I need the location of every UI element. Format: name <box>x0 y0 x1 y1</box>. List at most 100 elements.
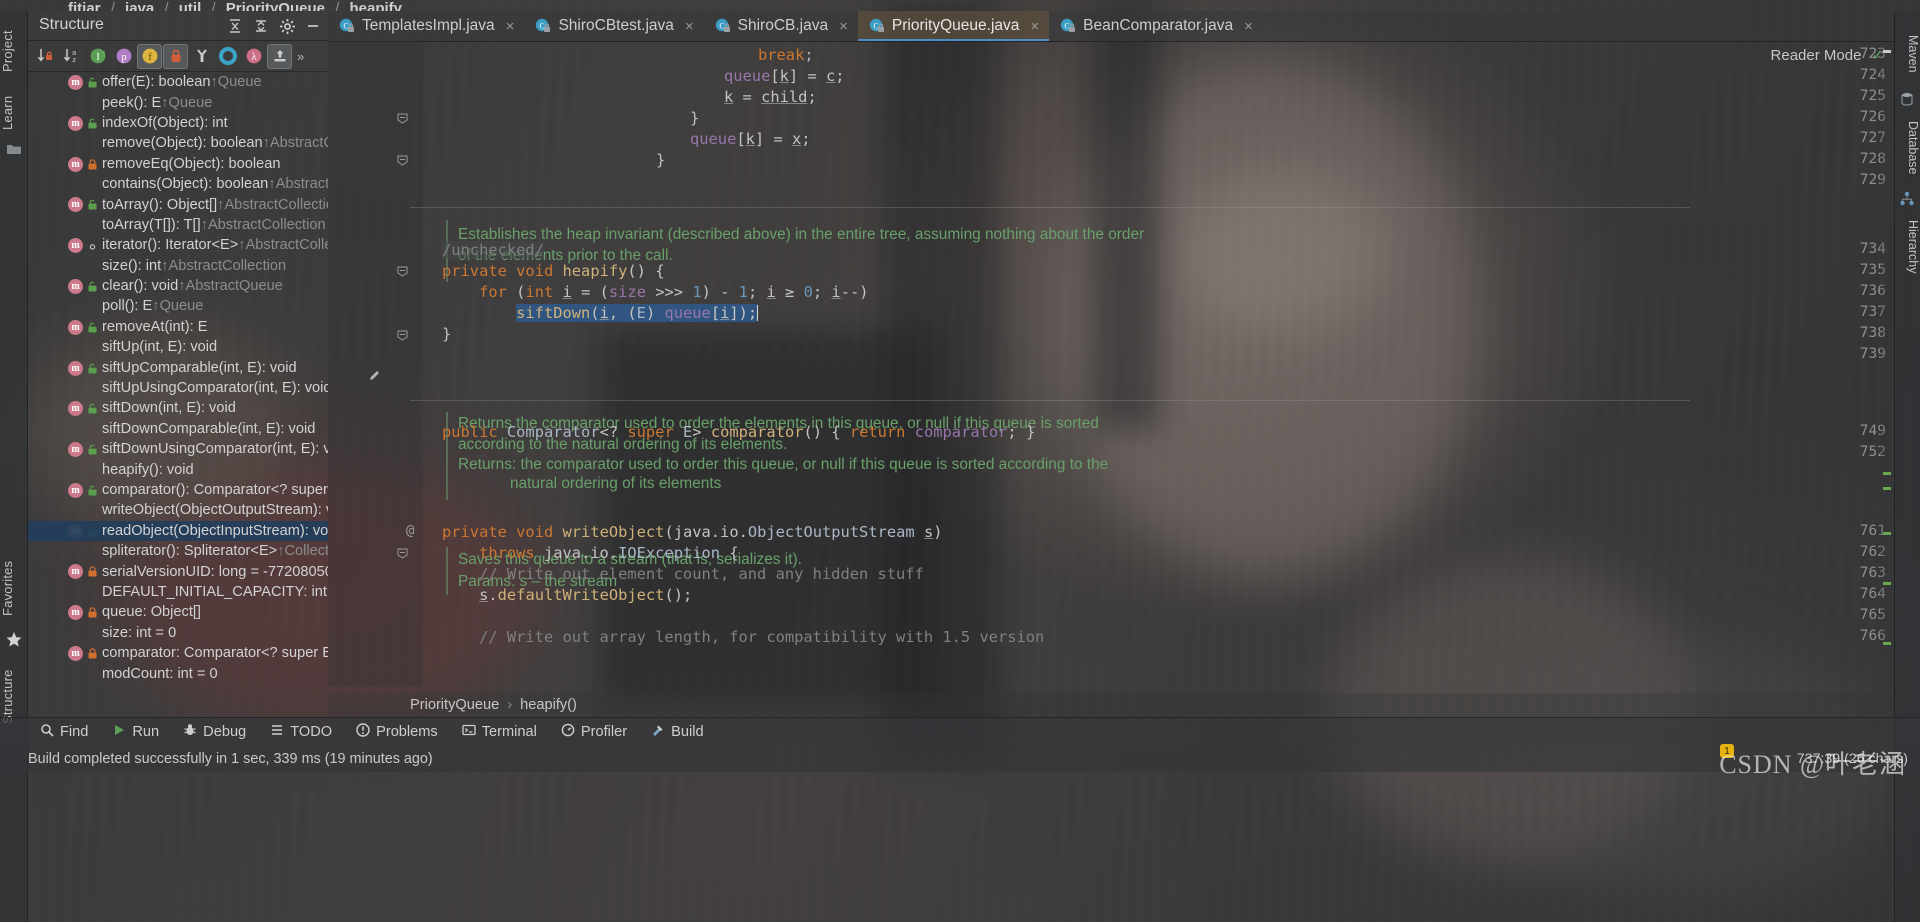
structure-item[interactable]: fserialVersionUID: long = -7720805057 <box>28 561 328 581</box>
expand-all-icon[interactable] <box>224 15 246 37</box>
code-line[interactable]: s.defaultWriteObject(); <box>442 586 692 604</box>
editor-tab[interactable]: C ShiroCBtest.java × <box>524 11 703 41</box>
structure-item[interactable]: msiftUpUsingComparator(int, E): void <box>28 378 328 687</box>
code-line[interactable]: queue[k] = x; <box>690 130 811 148</box>
fold-marker-icon[interactable] <box>396 265 409 278</box>
structure-item[interactable]: msiftDownUsingComparator(int, E): void <box>28 439 328 459</box>
bottom-tool-find[interactable]: Find <box>28 718 100 746</box>
close-icon[interactable]: × <box>506 18 515 35</box>
structure-item[interactable]: mremove(Object): boolean ↑AbstractCo <box>28 133 328 213</box>
fold-marker-icon[interactable] <box>396 112 409 125</box>
code-line[interactable]: // Write out element count, and any hidd… <box>442 565 924 583</box>
structure-item[interactable]: fqueue: Object[] <box>28 602 328 622</box>
tool-tab-maven[interactable]: Maven <box>1894 25 1920 83</box>
minimize-icon[interactable] <box>302 15 324 37</box>
editor-tab[interactable]: C TemplatesImpl.java × <box>328 11 524 41</box>
structure-item[interactable]: msiftDown(int, E): void <box>28 398 328 418</box>
code-line[interactable]: throws java.io.IOException { <box>442 544 739 562</box>
structure-item[interactable]: mheapify(): void <box>28 459 328 479</box>
bottom-tool-run[interactable]: Run <box>100 718 171 746</box>
close-icon[interactable]: × <box>1030 18 1039 35</box>
show-fields-icon[interactable]: f <box>137 43 162 69</box>
code-line[interactable]: } <box>690 109 699 127</box>
bottom-tool-profiler[interactable]: Profiler <box>549 718 639 746</box>
breadcrumb-crumb[interactable]: PriorityQueue <box>226 0 325 11</box>
structure-item[interactable]: fmodCount: int = 0 <box>28 663 328 683</box>
show-non-public-icon[interactable] <box>163 43 188 69</box>
show-lambdas-icon[interactable]: λ <box>241 44 266 69</box>
tool-tab-learn[interactable]: Learn <box>0 89 28 137</box>
editor-tab[interactable]: C ShiroCB.java × <box>704 11 858 41</box>
sort-alphabetically-icon[interactable]: az <box>59 44 84 69</box>
breadcrumb-crumb[interactable]: java <box>125 0 154 11</box>
code-line-selected[interactable]: siftDown(i, (E) queue[i]); <box>442 304 759 322</box>
structure-item[interactable]: m size(): int ↑AbstractCollection <box>28 256 328 458</box>
structure-item[interactable]: fDEFAULT_INITIAL_CAPACITY: int = 11 <box>28 582 328 602</box>
code-line[interactable]: } <box>656 151 665 169</box>
code-line[interactable]: private void heapify() { <box>442 262 664 280</box>
code-line[interactable]: } <box>442 325 451 343</box>
code-line[interactable]: private void writeObject(java.io.ObjectO… <box>442 523 943 541</box>
structure-item[interactable]: mspliterator(): Spliterator<E> ↑Collecti <box>28 541 328 561</box>
editor-tab[interactable]: C BeanComparator.java × <box>1049 11 1263 41</box>
show-properties-icon[interactable]: p <box>111 44 136 69</box>
close-icon[interactable]: × <box>685 18 694 35</box>
editor-marker-bar[interactable] <box>1880 42 1894 687</box>
tool-tab-hierarchy[interactable]: Hierarchy <box>1894 209 1920 285</box>
structure-tree[interactable]: m offer(E): boolean ↑Queue m peek(): E ↑Que… <box>28 72 328 687</box>
structure-item[interactable]: fMAX_ARRAY_SIZE: int = Integer.MAX <box>28 684 328 687</box>
bottom-tool-problems[interactable]: Problems <box>344 718 450 746</box>
close-icon[interactable]: × <box>839 18 848 35</box>
edit-pencil-icon[interactable] <box>368 370 380 382</box>
tool-tab-favorites[interactable]: Favorites <box>0 551 28 625</box>
gear-icon[interactable] <box>276 15 298 37</box>
show-anonymous-icon[interactable] <box>189 44 214 69</box>
breadcrumb-crumb[interactable]: util <box>179 0 202 11</box>
structure-item[interactable]: fsize: int = 0 <box>28 623 328 643</box>
code-line[interactable]: for (int i = (size >>> 1) - 1; i ≥ 0; i-… <box>442 283 868 301</box>
fold-marker-icon[interactable] <box>396 329 409 342</box>
structure-item-selected[interactable]: mreadObject(ObjectInputStream): void <box>28 520 328 541</box>
breadcrumb-class[interactable]: PriorityQueue <box>410 697 499 713</box>
structure-item[interactable]: m siftUpComparable(int, E): void <box>28 357 328 662</box>
breadcrumb-crumb[interactable]: heapify <box>349 0 402 11</box>
fold-marker-icon[interactable] <box>396 547 409 560</box>
code-line[interactable]: // Write out array length, for compatibi… <box>442 628 1044 646</box>
structure-item[interactable]: mcomparator(): Comparator<? super E> <box>28 480 328 500</box>
tool-tab-project[interactable]: Project <box>0 19 28 83</box>
collapse-all-icon[interactable] <box>250 15 272 37</box>
close-icon[interactable]: × <box>1244 18 1253 35</box>
structure-item[interactable]: m removeEq(Object): boolean <box>28 154 328 254</box>
autoscroll-to-source-icon[interactable] <box>267 43 292 69</box>
editor-gutter[interactable] <box>328 42 423 687</box>
structure-item[interactable]: m clear(): void ↑AbstractQueue <box>28 276 328 498</box>
structure-item[interactable]: m toArray(T[]): T[] ↑AbstractCollection <box>28 215 328 376</box>
code-editor[interactable]: 723 724 725 726 727 728 729 734 735 736 … <box>328 42 1894 687</box>
breadcrumb-method[interactable]: heapify() <box>520 697 577 713</box>
bottom-tool-terminal[interactable]: Terminal <box>450 718 549 746</box>
editor-tab[interactable]: C PriorityQueue.java × <box>857 11 1050 41</box>
structure-item[interactable]: m siftUp(int, E): void <box>28 337 328 621</box>
sort-by-visibility-icon[interactable] <box>33 44 58 69</box>
code-line[interactable]: public Comparator<? super E> comparator(… <box>442 423 1035 441</box>
fold-marker-icon[interactable] <box>396 154 409 167</box>
tool-tab-database[interactable]: Database <box>1894 109 1920 187</box>
code-line[interactable]: k = child; <box>724 88 817 106</box>
structure-item[interactable]: m peek(): E ↑Queue <box>28 92 328 131</box>
code-line[interactable]: break; <box>758 46 814 64</box>
bottom-tool-todo[interactable]: TODO <box>258 718 344 746</box>
structure-item[interactable]: m indexOf(Object): int <box>28 113 328 172</box>
bottom-tool-debug[interactable]: Debug <box>171 718 258 746</box>
breadcrumb-crumb[interactable]: fitjar <box>68 0 101 11</box>
structure-item[interactable]: mwriteObject(ObjectOutputStream): vo <box>28 500 328 520</box>
structure-item[interactable]: fcomparator: Comparator<? super E> <box>28 643 328 663</box>
bottom-tool-build[interactable]: Build <box>639 718 715 746</box>
structure-item[interactable]: mpoll(): E ↑Queue <box>28 296 328 539</box>
structure-item[interactable]: msiftDownComparable(int, E): void <box>28 419 328 439</box>
code-line[interactable]: /unchecked/ <box>442 241 544 259</box>
show-interfaces-icon[interactable] <box>215 44 240 69</box>
toolbar-overflow-button[interactable]: » <box>297 49 304 64</box>
structure-item[interactable]: m iterator(): Iterator<E> ↑AbstractColle <box>28 235 328 417</box>
code-line[interactable]: queue[k] = c; <box>724 67 845 85</box>
structure-item[interactable]: mcontains(Object): boolean ↑AbstractC <box>28 174 328 294</box>
